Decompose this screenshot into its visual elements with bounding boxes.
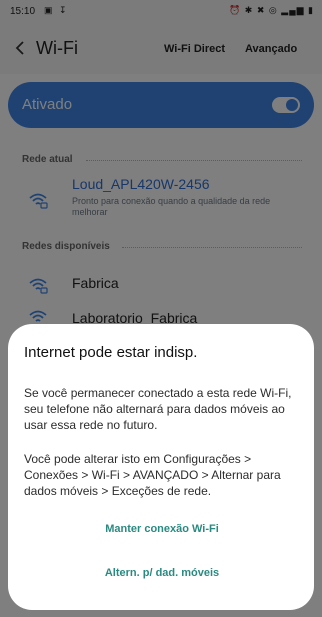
keep-wifi-button[interactable]: Manter conexão Wi-Fi — [24, 523, 300, 535]
dialog-paragraph-1: Se você permanecer conectado a esta rede… — [24, 386, 292, 432]
dialog-paragraph-2: Você pode alterar isto em Configurações … — [24, 452, 281, 498]
dialog-title: Internet pode estar indisp. — [24, 344, 198, 361]
switch-mobile-data-button[interactable]: Altern. p/ dad. móveis — [24, 567, 300, 579]
internet-warning-dialog: Internet pode estar indisp. Se você perm… — [8, 324, 314, 610]
